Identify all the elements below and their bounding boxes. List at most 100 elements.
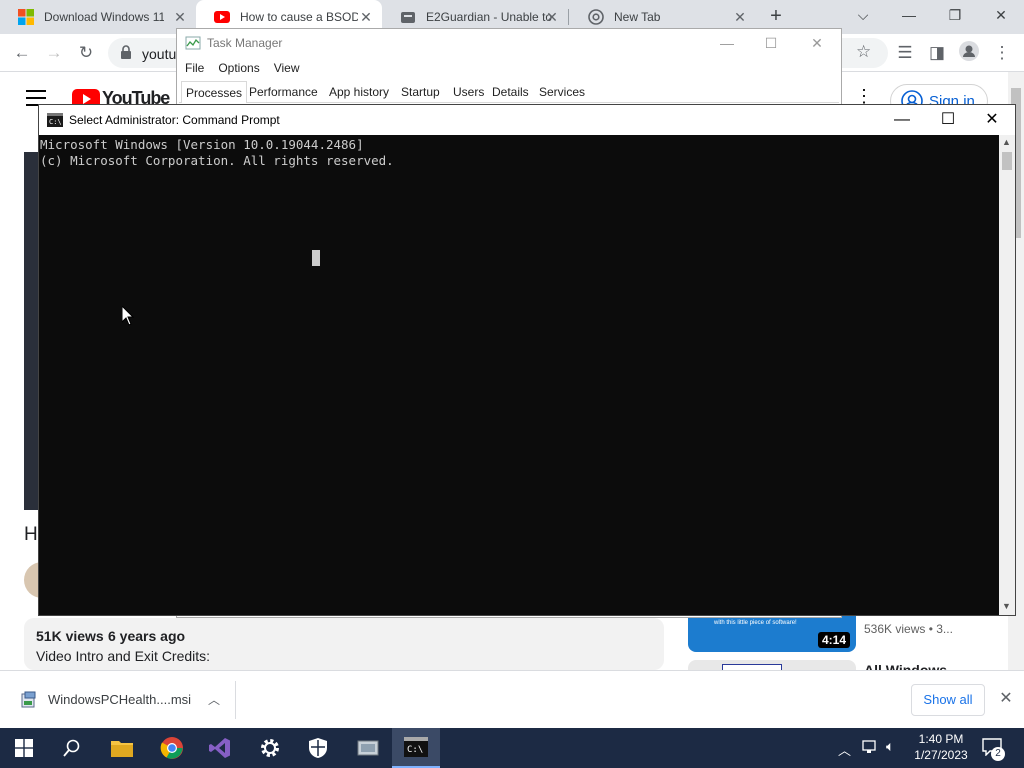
- view-count: 51K views: [36, 628, 104, 644]
- search-icon[interactable]: [48, 728, 96, 768]
- network-icon[interactable]: [862, 739, 880, 758]
- reading-list-icon[interactable]: ☰: [893, 41, 917, 65]
- maximize-icon[interactable]: ☐: [751, 32, 791, 54]
- console-output[interactable]: Microsoft Windows [Version 10.0.19044.24…: [39, 135, 999, 615]
- tab-title: New Tab: [614, 10, 661, 24]
- network-tool-icon[interactable]: [344, 728, 392, 768]
- menu-file[interactable]: File: [177, 57, 204, 79]
- task-manager-tabs: Processes Performance App history Startu…: [179, 81, 839, 103]
- close-window-icon[interactable]: ✕: [978, 0, 1024, 30]
- tab-title: Download Windows 11: [44, 10, 164, 24]
- description-box[interactable]: 51K views 6 years ago Video Intro and Ex…: [24, 618, 664, 670]
- visual-studio-icon[interactable]: [196, 728, 244, 768]
- close-icon[interactable]: ✕: [996, 689, 1016, 709]
- chrome-icon[interactable]: [148, 728, 196, 768]
- start-icon[interactable]: [0, 728, 48, 768]
- new-tab-button[interactable]: +: [764, 5, 788, 29]
- close-icon[interactable]: ✕: [969, 105, 1015, 135]
- profile-avatar-icon[interactable]: [957, 41, 981, 65]
- youtube-icon: [214, 9, 230, 25]
- upload-age: 6 years ago: [108, 628, 186, 644]
- download-filename: WindowsPCHealth....msi: [48, 692, 192, 707]
- side-panel-icon[interactable]: ◨: [925, 41, 949, 65]
- text-cursor: [312, 250, 320, 266]
- volume-icon[interactable]: 🔈︎: [886, 738, 894, 755]
- tab-performance[interactable]: Performance: [245, 81, 322, 103]
- mouse-pointer-icon: [121, 304, 135, 329]
- close-icon[interactable]: ✕: [358, 9, 374, 25]
- menu-options[interactable]: Options: [210, 57, 259, 79]
- recommended-meta: 536K views • 3...: [864, 622, 953, 636]
- settings-icon[interactable]: [246, 728, 294, 768]
- clock[interactable]: 1:40 PM 1/27/2023: [912, 731, 970, 763]
- show-all-button[interactable]: Show all: [911, 684, 985, 716]
- svg-text:C:\: C:\: [407, 745, 423, 755]
- installer-file-icon: [20, 691, 38, 712]
- chevron-up-icon[interactable]: ︿: [206, 690, 222, 710]
- task-manager-title: Task Manager: [207, 36, 283, 50]
- download-item[interactable]: WindowsPCHealth....msi ︿: [12, 681, 236, 719]
- restore-icon[interactable]: ❐: [932, 0, 978, 30]
- tab-services[interactable]: Services: [535, 81, 589, 103]
- tab-users[interactable]: Users: [449, 81, 488, 103]
- console-line: Microsoft Windows [Version 10.0.19044.24…: [40, 137, 364, 152]
- tab-download-windows-11[interactable]: Download Windows 11 ✕: [0, 0, 196, 34]
- menu-view[interactable]: View: [266, 57, 300, 79]
- command-prompt-window[interactable]: C:\ Select Administrator: Command Prompt…: [38, 104, 1016, 616]
- e2guardian-icon: [400, 9, 416, 25]
- console-scrollbar-thumb[interactable]: [1002, 152, 1012, 170]
- tab-startup[interactable]: Startup: [397, 81, 444, 103]
- command-prompt-icon: C:\: [47, 113, 63, 130]
- tab-app-history[interactable]: App history: [325, 81, 393, 103]
- tab-details[interactable]: Details: [488, 81, 533, 103]
- task-manager-menu: File Options View: [177, 57, 841, 79]
- security-icon[interactable]: [294, 728, 342, 768]
- maximize-icon[interactable]: ☐: [925, 105, 971, 135]
- console-line: (c) Microsoft Corporation. All rights re…: [40, 153, 394, 168]
- close-icon[interactable]: ✕: [172, 9, 188, 25]
- notification-count: 2: [991, 747, 1005, 761]
- video-title: H: [24, 524, 38, 545]
- console-scrollbar[interactable]: ▲ ▼: [999, 135, 1015, 615]
- recommended-thumbnail[interactable]: with this little piece of software! 4:14: [688, 616, 856, 652]
- tab-title: How to cause a BSOD: [240, 10, 358, 24]
- task-manager-icon: [185, 35, 201, 54]
- download-shelf: WindowsPCHealth....msi ︿ Show all ✕: [0, 670, 1024, 728]
- task-manager-titlebar[interactable]: Task Manager — ☐ ✕: [177, 29, 841, 57]
- minimize-icon[interactable]: —: [886, 0, 932, 30]
- lock-icon: [120, 45, 132, 62]
- command-prompt-icon[interactable]: C:\: [392, 728, 440, 768]
- minimize-icon[interactable]: —: [707, 32, 747, 54]
- forward-icon[interactable]: →: [42, 41, 66, 65]
- back-icon[interactable]: ←: [10, 41, 34, 65]
- scroll-up-icon[interactable]: ▲: [1002, 137, 1011, 147]
- tab-search-chevron-icon[interactable]: ⌵: [840, 0, 886, 30]
- thumbnail-caption: with this little piece of software!: [714, 620, 797, 626]
- recommended-thumbnail[interactable]: [688, 660, 856, 670]
- description-text: Video Intro and Exit Credits:: [36, 648, 211, 664]
- tab-title: E2Guardian - Unable to: [426, 10, 552, 24]
- clock-time: 1:40 PM: [918, 732, 964, 746]
- close-icon[interactable]: ✕: [544, 9, 560, 25]
- close-icon[interactable]: ✕: [797, 32, 837, 54]
- video-player[interactable]: [24, 152, 38, 510]
- scroll-down-icon[interactable]: ▼: [1002, 601, 1011, 611]
- windows-logo-icon: [18, 9, 34, 25]
- windows-taskbar: C:\ ︿ 🔈︎ 1:40 PM 1/27/2023 2: [0, 728, 1024, 768]
- clock-date: 1/27/2023: [914, 748, 968, 762]
- recommended-title[interactable]: All Windows: [864, 662, 947, 670]
- chrome-icon: [588, 9, 604, 25]
- chrome-menu-icon[interactable]: ⋮: [990, 41, 1014, 65]
- reload-icon[interactable]: ↻: [74, 41, 98, 65]
- show-hidden-icons-chevron-icon[interactable]: ︿: [838, 740, 851, 759]
- close-icon[interactable]: ✕: [732, 9, 748, 25]
- command-prompt-title: Select Administrator: Command Prompt: [69, 113, 280, 127]
- minimize-icon[interactable]: —: [879, 105, 925, 135]
- tab-processes[interactable]: Processes: [181, 81, 248, 103]
- duration-badge: 4:14: [818, 632, 851, 648]
- action-center-icon[interactable]: 2: [982, 738, 1006, 761]
- file-explorer-icon[interactable]: [98, 728, 146, 768]
- bookmark-star-icon[interactable]: ☆: [856, 42, 871, 62]
- address-text: youtu: [142, 46, 177, 62]
- command-prompt-titlebar[interactable]: C:\ Select Administrator: Command Prompt…: [39, 105, 1015, 135]
